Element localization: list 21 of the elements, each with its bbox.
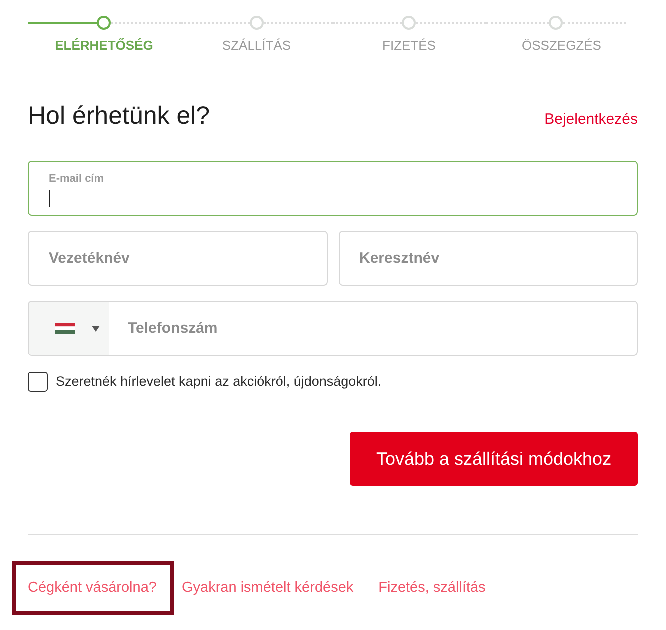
step-label: FIZETÉS [382,37,436,55]
footer-link[interactable]: Fizetés, szállítás [378,578,486,598]
step-label: ÖSSZEGZÉS [522,37,602,55]
phone-number-input[interactable]: Telefonszám [109,302,637,355]
newsletter-checkbox[interactable] [28,372,48,392]
phone-field[interactable]: Telefonszám [28,301,638,356]
caret-down-icon [92,326,100,332]
flag-icon [55,323,75,334]
name-input[interactable]: Keresztnév [338,231,638,286]
footer-link[interactable]: Cégként vásárolna? [28,578,157,598]
footer-link[interactable]: Gyakran ismételt kérdések [182,578,354,598]
page-heading: Hol érhetünk el? [28,101,210,132]
text-cursor-icon [49,190,50,206]
country-select[interactable] [29,302,109,355]
email-field[interactable]: E-mail cím [28,161,638,216]
name-input[interactable]: Vezetéknév [28,231,328,286]
step-label: SZÁLLÍTÁS [222,37,292,55]
continue-button[interactable]: Tovább a szállítási módokhoz [350,432,638,486]
login-link[interactable]: Bejelentkezés [544,109,638,132]
newsletter-label: Szeretnék hírlevelet kapni az akciókról, újdonságokról. [56,373,382,391]
step-label: ELÉRHETŐSÉG [55,37,154,55]
